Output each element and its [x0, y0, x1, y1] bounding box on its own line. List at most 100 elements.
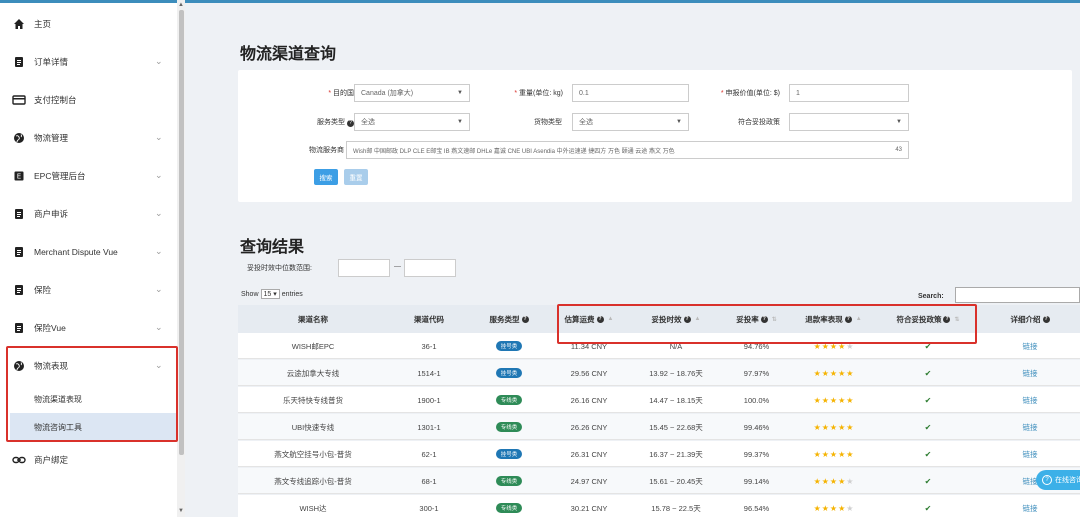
sidebar-item-label: 主页 — [34, 19, 52, 29]
sidebar-item-7[interactable]: 保险 ⌄ — [0, 271, 177, 309]
chevron-down-icon: ⌄ — [155, 132, 163, 142]
detail-link[interactable]: 链接 — [1023, 395, 1038, 406]
online-chat-button[interactable]: ? 在线咨询 — [1036, 470, 1080, 490]
chevron-down-icon: ⌄ — [155, 284, 163, 294]
service-type-badge: 挂号类 — [495, 341, 523, 351]
sidebar-item-label: 保险Vue — [34, 323, 66, 333]
sidebar-item-2[interactable]: 支付控制台 — [0, 81, 177, 119]
document-icon — [12, 245, 26, 259]
detail-link[interactable]: 链接 — [1023, 368, 1038, 379]
document-icon — [12, 321, 26, 335]
table-cell: 300-1 — [419, 503, 439, 513]
detail-link[interactable]: 链接 — [1023, 449, 1038, 460]
star-icon: ★ — [846, 368, 854, 378]
column-header-2[interactable]: 服务类型? — [470, 305, 548, 333]
table-cell: 1900-1 — [417, 395, 441, 405]
sidebar-scroll-thumb[interactable] — [179, 10, 184, 455]
range-label: 妥投时效中位数范围: — [247, 265, 312, 272]
range-max-input[interactable] — [404, 259, 456, 277]
sidebar-item-3[interactable]: 物流管理 ⌄ — [0, 119, 177, 157]
sidebar-item-4[interactable]: E EPC管理后台 ⌄ — [0, 157, 177, 195]
star-icon: ★ — [829, 422, 838, 432]
table-cell: 挂号类 — [470, 333, 548, 359]
declared-label: * 申报价值(单位: $) — [720, 90, 780, 97]
star-icon: ★ — [829, 368, 838, 378]
service-select[interactable]: 全选 ▼ — [354, 113, 470, 131]
service-type-badge: 挂号类 — [495, 449, 523, 459]
search-input[interactable] — [955, 287, 1080, 303]
sidebar-item-label: 保险 — [34, 285, 52, 295]
table-row: 燕文专线追踪小包-普货 68-1 专线类 24.97 CNY 15.61 ~ 20.45… — [238, 468, 1080, 494]
star-icon: ★ — [821, 503, 829, 513]
service-type-badge: 专线类 — [495, 503, 523, 513]
table-row: UBI快速专线 1301-1 专线类 26.26 CNY 15.45 ~ 22.68天 9… — [238, 414, 1080, 440]
column-header-1[interactable]: 渠道代码 — [388, 305, 470, 333]
entries-label: entries — [281, 290, 303, 298]
sidebar-item-5[interactable]: 商户申诉 ⌄ — [0, 195, 177, 233]
page-size-select[interactable]: 15 ▾ — [260, 289, 280, 299]
service-type-badge: 专线类 — [495, 395, 523, 405]
refund-rating-stars: ★ ★ ★ ★ ★ — [814, 477, 854, 486]
chevron-down-icon: ▼ — [676, 119, 682, 125]
sidebar-item-merchant-binding[interactable]: 商户绑定 — [0, 441, 177, 479]
star-icon: ★ — [846, 422, 854, 432]
table-row: 云途加拿大专线 1514-1 挂号类 29.56 CNY 13.92 ~ 18.76天 9… — [238, 360, 1080, 386]
table-cell: ★ ★ ★ ★ ★ — [791, 495, 876, 517]
star-icon: ★ — [829, 476, 838, 486]
table-cell: 62-1 — [421, 449, 437, 459]
star-icon: ★ — [813, 449, 821, 459]
star-icon: ★ — [838, 368, 846, 378]
dest-select[interactable]: Canada (加拿大) ▼ — [354, 84, 470, 102]
table-cell: 云途加拿大专线 — [286, 368, 340, 378]
link-icon — [12, 453, 26, 467]
table-cell: 专线类 — [470, 387, 548, 413]
goods-select[interactable]: 全选 ▼ — [572, 113, 689, 131]
table-cell: 26.26 CNY — [570, 422, 608, 432]
sidebar-item-8[interactable]: 保险Vue ⌄ — [0, 309, 177, 347]
detail-link[interactable]: 链接 — [1023, 341, 1038, 352]
star-icon: ★ — [821, 449, 829, 459]
columns-highlight-box — [557, 304, 977, 344]
star-icon: ★ — [829, 449, 838, 459]
policy-label: 符合妥投政策 — [738, 119, 780, 126]
table-cell: 30.21 CNY — [570, 503, 608, 513]
provider-multiselect[interactable]: Wish邮 中国邮政 DLP CLE E邮宝 IB 燕文速邮 DHLe 嘉诚 C… — [346, 141, 909, 159]
table-cell: 68-1 — [421, 476, 437, 486]
weight-input[interactable]: 0.1 — [572, 84, 689, 102]
help-icon[interactable]: ? — [521, 315, 529, 323]
table-cell: ✔ — [876, 495, 980, 517]
detail-link[interactable]: 链接 — [1023, 422, 1038, 433]
sidebar-highlight-box — [6, 346, 178, 442]
help-icon[interactable]: ? — [1042, 315, 1050, 323]
star-icon: ★ — [813, 368, 821, 378]
refund-rating-stars: ★ ★ ★ ★ ★ — [814, 504, 854, 513]
search-button[interactable]: 搜索 — [314, 169, 338, 185]
star-icon: ★ — [846, 503, 854, 513]
chevron-down-icon: ▼ — [457, 119, 463, 125]
range-min-input[interactable] — [338, 259, 390, 277]
chevron-down-icon: ⌄ — [155, 170, 163, 180]
sidebar-item-label: 支付控制台 — [34, 95, 77, 105]
scroll-down-arrow-icon[interactable]: ▼ — [178, 508, 184, 514]
detail-link[interactable]: 链接 — [1023, 503, 1038, 514]
column-header-0[interactable]: 渠道名称 — [238, 305, 388, 333]
column-header-8[interactable]: 详细介绍? — [980, 305, 1080, 333]
table-cell: ★ ★ ★ ★ ★ — [791, 360, 876, 386]
sidebar-item-0[interactable]: 主页 — [0, 5, 177, 43]
reset-button[interactable]: 重置 — [344, 169, 368, 185]
table-cell: ✔ — [876, 387, 980, 413]
help-icon[interactable]: ? — [347, 120, 354, 127]
table-cell: ★ ★ ★ ★ ★ — [791, 468, 876, 494]
range-dash: — — [394, 263, 401, 270]
declared-input[interactable]: 1 — [789, 84, 909, 102]
sidebar-item-6[interactable]: Merchant Dispute Vue ⌄ — [0, 233, 177, 271]
scroll-up-arrow-icon[interactable]: ▲ — [178, 2, 184, 8]
table-cell: 26.31 CNY — [570, 449, 608, 459]
show-label: Show — [241, 290, 259, 298]
card-icon — [12, 93, 26, 107]
policy-select[interactable]: ▼ — [789, 113, 909, 131]
table-cell: 36-1 — [421, 341, 437, 351]
sidebar-item-1[interactable]: 订单详情 ⌄ — [0, 43, 177, 81]
table-cell: ✔ — [876, 360, 980, 386]
help-circle-icon: ? — [1042, 475, 1052, 485]
